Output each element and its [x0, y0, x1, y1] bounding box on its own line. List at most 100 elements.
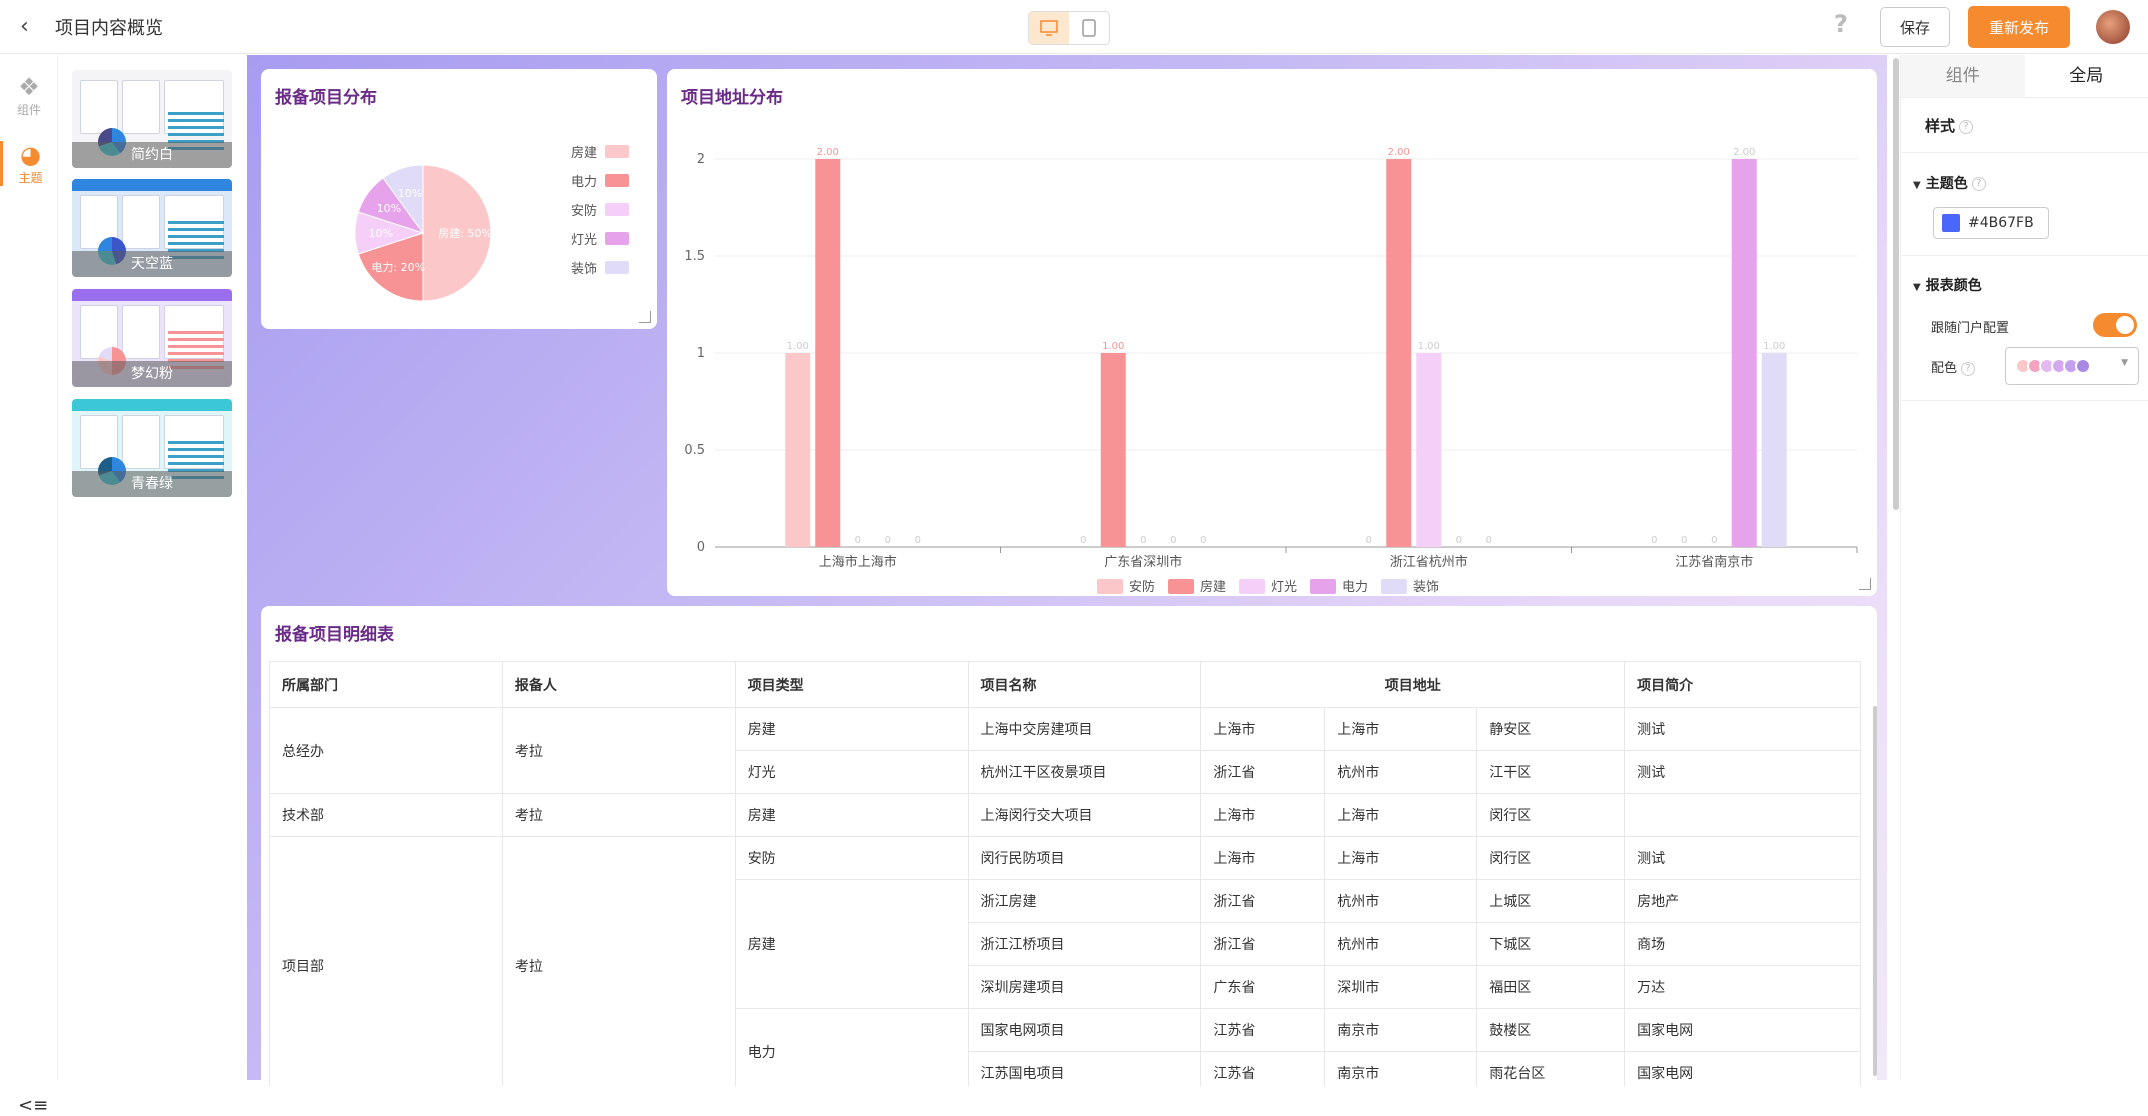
table-cell: 浙江江桥项目 [968, 923, 1201, 966]
bar[interactable] [815, 159, 840, 547]
device-switcher [1028, 11, 1110, 45]
pie-slice-label: 房建: 50% [438, 226, 492, 240]
follow-portal-label: 跟随门户配置 [1931, 317, 2009, 336]
table-scrollbar[interactable] [1873, 706, 1877, 1076]
table-cell: 技术部 [270, 794, 503, 837]
table-cell: 南京市 [1325, 1009, 1477, 1052]
table-cell: 国家电网 [1625, 1009, 1861, 1052]
table-cell: 安防 [735, 837, 968, 880]
theme-card-sky-blue[interactable]: 天空蓝 [72, 179, 232, 277]
table-cell: 南京市 [1325, 1052, 1477, 1087]
style-section: 样式? [1925, 115, 2148, 136]
tab-global[interactable]: 全局 [2025, 55, 2148, 97]
resize-handle-icon[interactable] [639, 311, 651, 323]
tab-components[interactable]: 组件 [1901, 55, 2025, 97]
style-label: 样式 [1925, 117, 1955, 135]
theme-card-simple-white[interactable]: 简约白 [72, 70, 232, 168]
table-cell: 国家电网 [1625, 1052, 1861, 1087]
pie-chart-card[interactable]: 报备项目分布 房建: 50%电力: 20%10%10%10% 房建电力安防灯光装… [261, 69, 657, 329]
card-title: 报备项目明细表 [275, 620, 394, 645]
legend-item[interactable]: 灯光 [571, 224, 629, 253]
bar-value-label: 0 [855, 535, 861, 546]
save-button[interactable]: 保存 [1880, 7, 1950, 47]
bar-chart-card[interactable]: 项目地址分布 00.511.52上海市上海市1.002.00000广东省深圳市0… [667, 69, 1877, 596]
left-rail: ❖ 组件 ◕ 主题 <≡ [0, 55, 58, 1080]
chart-color-label: 报表颜色 [1926, 278, 1982, 294]
legend-item[interactable]: 电力 [1310, 579, 1368, 595]
bar[interactable] [1101, 353, 1126, 547]
table-cell: 上海市 [1201, 708, 1325, 751]
chart-color-section[interactable]: ▼ 报表颜色 [1913, 275, 2148, 295]
bar[interactable] [1762, 353, 1787, 547]
table-cell: 商场 [1625, 923, 1861, 966]
bar[interactable] [1386, 159, 1411, 547]
collapse-icon[interactable]: <≡ [18, 1095, 48, 1116]
legend-item[interactable]: 安防 [571, 195, 629, 224]
caret-down-icon: ▼ [1913, 180, 1921, 191]
x-tick-label: 广东省深圳市 [1104, 554, 1182, 570]
legend-item[interactable]: 房建 [571, 137, 629, 166]
legend-item[interactable]: 房建 [1168, 579, 1226, 595]
desktop-view-icon[interactable] [1029, 12, 1069, 44]
theme-card-dream-pink[interactable]: 梦幻粉 [72, 289, 232, 387]
page-title: 项目内容概览 [55, 14, 163, 40]
bar-value-label: 1.00 [1102, 341, 1124, 352]
theme-card-youth-green[interactable]: 青春绿 [72, 399, 232, 497]
y-tick-label: 0 [697, 540, 705, 555]
bar-value-label: 0 [1486, 535, 1492, 546]
table-cell: 上城区 [1477, 880, 1625, 923]
legend-swatch [1097, 579, 1123, 594]
legend-swatch [1168, 579, 1194, 594]
x-tick-label: 江苏省南京市 [1675, 554, 1753, 570]
table-cell: 国家电网项目 [968, 1009, 1201, 1052]
theme-list: 简约白 天空蓝 梦幻粉 青春绿 [59, 55, 246, 1080]
rail-item-components[interactable]: ❖ 组件 [0, 73, 58, 118]
bar-value-label: 0 [1200, 535, 1206, 546]
table-cell: 江苏省 [1201, 1052, 1325, 1087]
table-cell: 鼓楼区 [1477, 1009, 1625, 1052]
table-cell: 上海市 [1325, 837, 1477, 880]
legend-item[interactable]: 安防 [1097, 579, 1155, 595]
legend-item[interactable]: 装饰 [571, 253, 629, 282]
table-cell: 考拉 [502, 708, 735, 794]
legend-item[interactable]: 灯光 [1239, 579, 1297, 595]
legend-label: 房建 [1200, 579, 1226, 595]
legend-item[interactable]: 装饰 [1381, 579, 1439, 595]
palette-select[interactable]: ▼ [2005, 347, 2139, 385]
dashboard-canvas: 报备项目分布 房建: 50%电力: 20%10%10%10% 房建电力安防灯光装… [247, 55, 1887, 1080]
legend-swatch [605, 174, 629, 187]
bar[interactable] [1732, 159, 1757, 547]
bar[interactable] [1416, 353, 1441, 547]
bar-value-label: 0 [1366, 535, 1372, 546]
theme-color-section[interactable]: ▼ 主题色? [1913, 173, 2148, 193]
republish-button[interactable]: 重新发布 [1968, 6, 2070, 48]
table-cell: 江干区 [1477, 751, 1625, 794]
legend-label: 电力 [571, 171, 597, 190]
info-icon: ? [1961, 362, 1975, 376]
table-cell [1625, 794, 1861, 837]
table-cell: 静安区 [1477, 708, 1625, 751]
puzzle-icon: ❖ [0, 73, 58, 101]
legend-label: 房建 [571, 142, 597, 161]
legend-item[interactable]: 电力 [571, 166, 629, 195]
canvas-scrollbar[interactable] [1893, 58, 1899, 510]
bar[interactable] [785, 353, 810, 547]
legend-swatch [1239, 579, 1265, 594]
x-tick-label: 浙江省杭州市 [1390, 554, 1468, 570]
avatar[interactable] [2096, 10, 2130, 44]
legend-label: 装饰 [1413, 580, 1439, 595]
legend-label: 装饰 [571, 258, 597, 277]
rail-item-theme[interactable]: ◕ 主题 [0, 141, 58, 186]
table-row: 总经办考拉房建上海中交房建项目上海市上海市静安区测试 [270, 708, 1861, 751]
theme-name: 简约白 [72, 142, 232, 168]
table-cell: 上海闵行交大项目 [968, 794, 1201, 837]
help-icon[interactable]: ? [1834, 10, 1848, 38]
theme-color-picker[interactable]: #4B67FB [1933, 207, 2049, 239]
mobile-view-icon[interactable] [1069, 12, 1109, 44]
resize-handle-icon[interactable] [1859, 578, 1871, 590]
legend-label: 灯光 [571, 229, 597, 248]
back-arrow-icon[interactable]: ‹ [20, 14, 29, 39]
column-header: 项目简介 [1625, 662, 1861, 708]
follow-portal-toggle[interactable] [2093, 313, 2137, 337]
table-cell: 房建 [735, 880, 968, 1009]
